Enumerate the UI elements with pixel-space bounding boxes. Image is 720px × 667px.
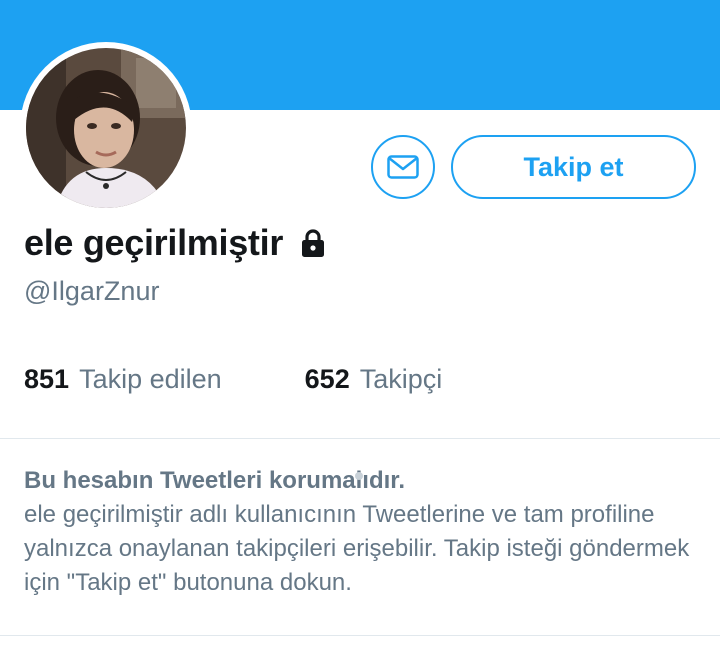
protected-notice: Bu hesabın Tweetleri korumalıdır. ele ge… [24,464,704,600]
display-name-row: ele geçirilmiştir [24,218,329,268]
divider [0,438,720,439]
following-count: 851 [24,363,70,394]
followers-count: 652 [304,363,350,394]
envelope-icon [387,155,419,179]
avatar-photo [26,48,186,208]
display-name: ele geçirilmiştir [24,222,284,263]
profile-handle: @IlgarZnur [24,276,160,306]
follow-button[interactable]: Takip et [451,135,696,199]
follow-button-label: Takip et [523,151,624,182]
avatar[interactable] [20,42,192,214]
profile-stats: 851 Takip edilen 652 Takipçi [24,361,442,397]
scroll-indicator [355,472,363,480]
following-label: Takip edilen [79,363,222,394]
protected-notice-body: ele geçirilmiştir adlı kullanıcının Twee… [24,501,690,596]
divider-bottom [0,635,720,636]
protected-notice-title: Bu hesabın Tweetleri korumalıdır. [24,467,405,494]
profile-page: Takip et ele geçirilmiştir @IlgarZnur 85… [0,0,720,667]
message-button[interactable] [371,135,435,199]
followers-stat[interactable]: 652 Takipçi [305,364,443,395]
followers-label: Takipçi [359,363,443,394]
following-stat[interactable]: 851 Takip edilen [24,364,222,395]
lock-icon [302,229,325,257]
